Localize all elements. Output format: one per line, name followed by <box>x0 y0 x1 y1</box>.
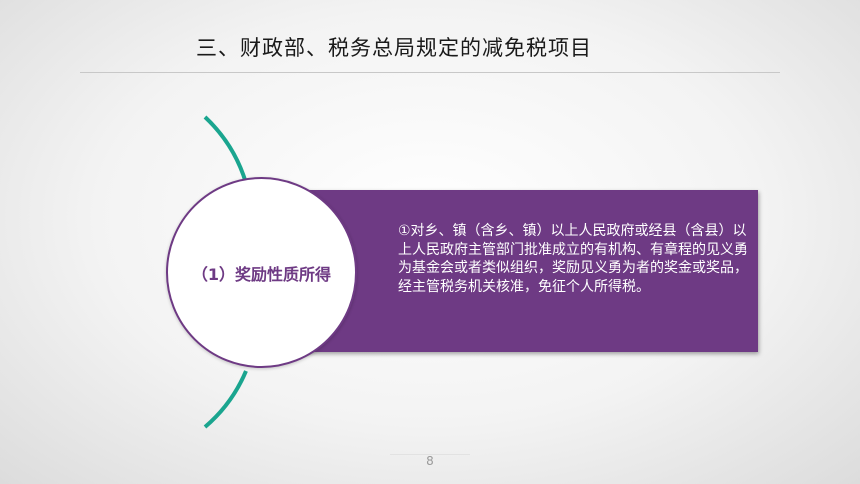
category-label: （1）奖励性质所得 <box>191 264 332 284</box>
upper-teal-arc <box>203 115 248 184</box>
page-number: 8 <box>426 454 434 468</box>
category-circle: （1）奖励性质所得 <box>166 177 357 368</box>
exemption-description: ①对乡、镇（含乡、镇）以上人民政府或经县（含县）以上人民政府主管部门批准成立的有… <box>398 223 748 295</box>
lower-teal-arc <box>203 370 248 429</box>
